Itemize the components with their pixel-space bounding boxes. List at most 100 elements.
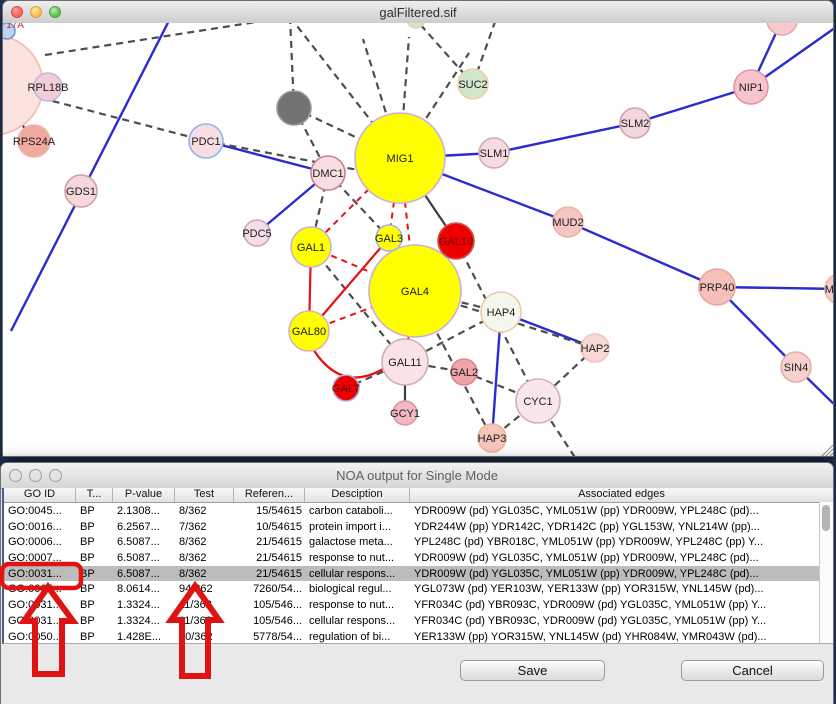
table-row[interactable]: GO:0031...BP1.3324...11/362105/546...cel… [4, 613, 833, 629]
column-header-referen-[interactable]: Referen... [234, 488, 305, 502]
cell-referen-: 105/546... [234, 597, 305, 613]
table-row[interactable]: GO:0031...BP1.3324...11/362105/546...res… [4, 597, 833, 613]
edge-blue[interactable] [494, 123, 635, 153]
column-header-t-[interactable]: T... [76, 488, 113, 502]
node-label-MIG1: MIG1 [387, 153, 414, 165]
cell-desciption: cellular respons... [305, 566, 410, 582]
table-row[interactable]: GO:0050...BP1.428E...80/3625778/54...reg… [4, 629, 833, 645]
cell-go-id: GO:0016... [4, 519, 76, 535]
cell-desciption: carbon cataboli... [305, 503, 410, 519]
close-button[interactable] [9, 469, 22, 482]
node-pink-top-right[interactable] [767, 23, 797, 35]
zoom-button[interactable] [49, 6, 61, 18]
column-header-test[interactable]: Test [175, 488, 234, 502]
cell-associated-edges: YFR034C (pd) YBR093C, YDR009W (pd) YGL03… [410, 613, 833, 629]
cell-go-id: GO:0031... [4, 597, 76, 613]
cell-go-id: GO:0007... [4, 550, 76, 566]
node-label-SIN4: SIN4 [784, 362, 808, 374]
minimize-button[interactable] [30, 6, 42, 18]
edge-blue[interactable] [206, 141, 328, 173]
noa-window-title: NOA output for Single Mode [336, 468, 498, 483]
table-header-row: GO IDT...P-valueTestReferen...Desciption… [4, 488, 833, 503]
edge-blue[interactable] [635, 87, 751, 123]
cell-referen-: 5778/54... [234, 629, 305, 645]
cell-desciption: regulation of bi... [305, 629, 410, 645]
node-label-HAP2: HAP2 [581, 343, 610, 355]
column-header-desciption[interactable]: Desciption [305, 488, 410, 502]
cell-t-: BP [76, 566, 113, 582]
network-window-titlebar[interactable]: galFiltered.sif [3, 1, 833, 24]
node-label-SLM1: SLM1 [480, 148, 509, 160]
table-row[interactable]: GO:0016...BP6.2567...7/36210/54615protei… [4, 519, 833, 535]
network-canvas[interactable]: RPL18BRPS24AGDS1PDC1MIG1DMC1SUC2NIP1SLM2… [3, 23, 833, 457]
cell-go-id: GO:0050... [4, 629, 76, 645]
node-gray-node[interactable] [277, 91, 311, 125]
cell-p-value: 6.5087... [113, 566, 175, 582]
edge-dash[interactable] [41, 98, 206, 141]
zoom-button[interactable] [49, 469, 62, 482]
cell-desciption: response to nut... [305, 597, 410, 613]
cell-referen-: 10/54615 [234, 519, 305, 535]
cell-t-: BP [76, 534, 113, 550]
cell-desciption: protein import i... [305, 519, 410, 535]
table-row[interactable]: GO:0007...BP6.5087...8/36221/54615respon… [4, 550, 833, 566]
table-row[interactable]: GO:0065...BP8.0614...94/3627260/54...bio… [4, 581, 833, 597]
cell-associated-edges: YDR009W (pd) YGL035C, YML051W (pp) YDR00… [410, 503, 833, 519]
minimize-button[interactable] [29, 469, 42, 482]
scrollbar-thumb[interactable] [822, 505, 830, 531]
save-button[interactable]: Save [460, 660, 605, 681]
column-header-p-value[interactable]: P-value [113, 488, 175, 502]
node-label-HAP4: HAP4 [487, 307, 516, 319]
cancel-button[interactable]: Cancel [681, 660, 824, 681]
cell-go-id: GO:0031... [4, 566, 76, 582]
cell-test: 80/362 [175, 629, 234, 645]
cell-t-: BP [76, 581, 113, 597]
noa-output-window: NOA output for Single Mode GO IDT...P-va… [0, 462, 834, 704]
cell-referen-: 7260/54... [234, 581, 305, 597]
cell-p-value: 1.3324... [113, 613, 175, 629]
cell-t-: BP [76, 613, 113, 629]
node-label-DMC1: DMC1 [312, 168, 343, 180]
cell-t-: BP [76, 629, 113, 645]
cell-t-: BP [76, 503, 113, 519]
results-table: GO IDT...P-valueTestReferen...Desciption… [2, 488, 833, 644]
node-label-SLM2: SLM2 [621, 118, 650, 130]
cell-desciption: cellular respons... [305, 613, 410, 629]
node-label-GDS1: GDS1 [66, 186, 96, 198]
table-row[interactable]: GO:0045...BP2.1308...8/36215/54615carbon… [4, 503, 833, 519]
cell-referen-: 105/546... [234, 613, 305, 629]
cell-referen-: 21/54615 [234, 550, 305, 566]
cell-associated-edges: YER133W (pp) YOR315W, YNL145W (pd) YHR08… [410, 629, 833, 645]
node-label-GAL80: GAL80 [292, 326, 326, 338]
node-label-MUD2: MUD2 [552, 217, 583, 229]
table-row-selected[interactable]: GO:0031...BP6.5087...8/36221/54615cellul… [4, 566, 833, 582]
cell-t-: BP [76, 519, 113, 535]
noa-window-titlebar[interactable]: NOA output for Single Mode [1, 463, 833, 489]
column-header-go-id[interactable]: GO ID [4, 488, 76, 502]
resize-grip-icon[interactable] [825, 449, 833, 457]
edge-red[interactable] [313, 349, 383, 377]
cell-p-value: 6.2567... [113, 519, 175, 535]
table-row[interactable]: GO:0006...BP6.5087...8/36221/54615galact… [4, 534, 833, 550]
cell-desciption: response to nut... [305, 550, 410, 566]
vertical-scrollbar[interactable] [819, 502, 833, 643]
close-button[interactable] [11, 6, 23, 18]
cell-t-: BP [76, 597, 113, 613]
column-header-associated-edges[interactable]: Associated edges [410, 488, 833, 502]
node-label-GAL1: GAL1 [297, 242, 325, 254]
resize-grip-icon[interactable] [829, 453, 833, 457]
cell-associated-edges: YDR009W (pd) YGL035C, YML051W (pp) YDR00… [410, 566, 833, 582]
cell-p-value: 1.428E... [113, 629, 175, 645]
cell-test: 11/362 [175, 613, 234, 629]
node-label-SUC2: SUC2 [458, 79, 487, 91]
cell-referen-: 15/54615 [234, 503, 305, 519]
cell-p-value: 8.0614... [113, 581, 175, 597]
window-controls-inactive [9, 469, 62, 482]
cell-go-id: GO:0031... [4, 613, 76, 629]
network-window-title: galFiltered.sif [379, 5, 456, 20]
edge-blue[interactable] [568, 222, 717, 287]
cell-go-id: GO:0006... [4, 534, 76, 550]
node-label-GAL10: GAL10 [439, 236, 473, 248]
table-body: GO:0045...BP2.1308...8/36215/54615carbon… [4, 503, 833, 644]
partial-node-label: 17A [6, 23, 24, 31]
